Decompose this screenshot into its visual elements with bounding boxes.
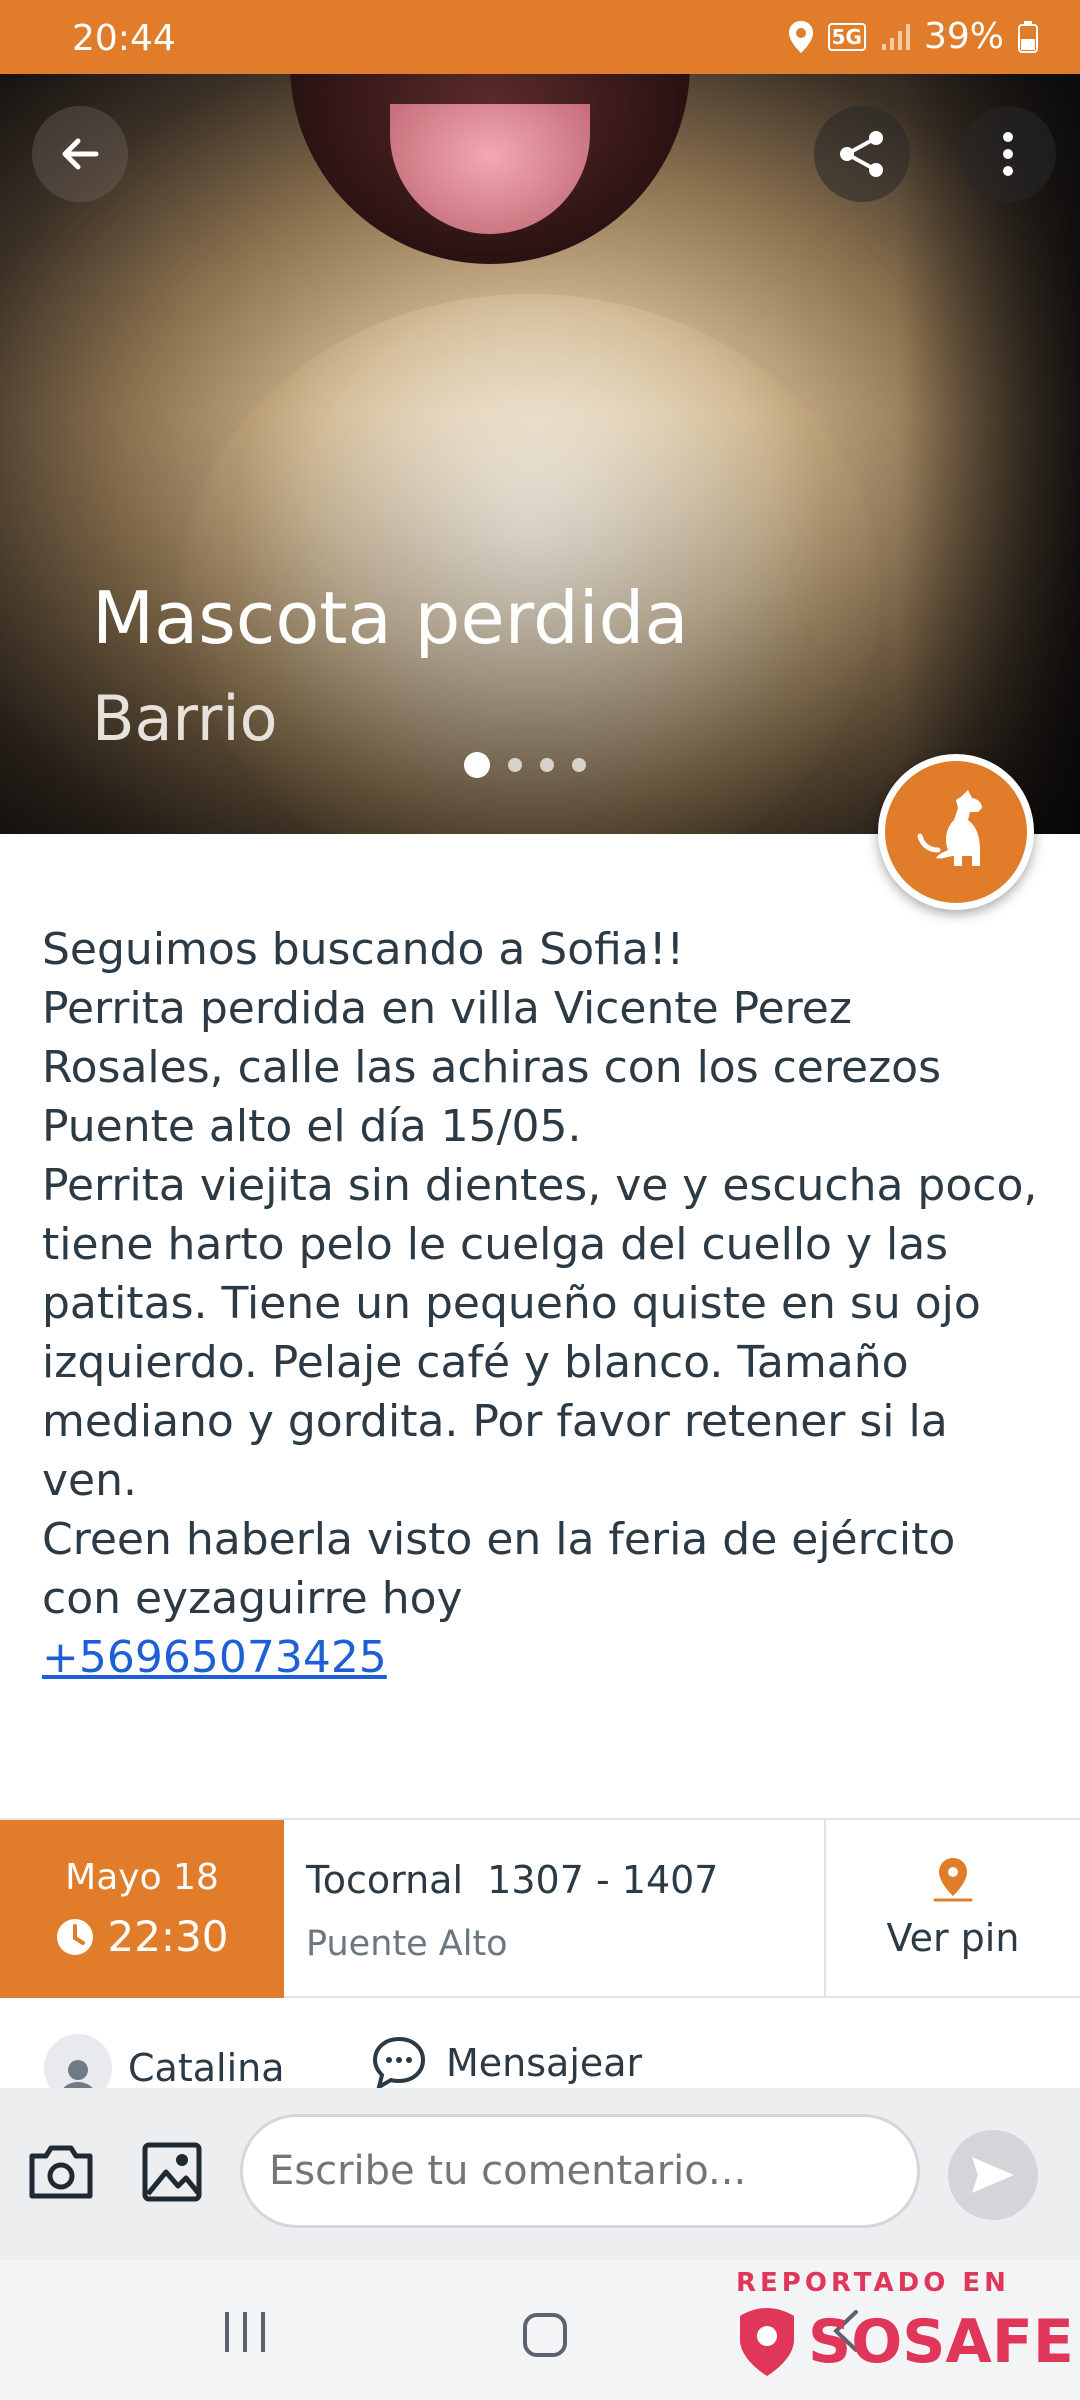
share-button[interactable] — [814, 106, 910, 202]
share-icon — [840, 131, 883, 177]
location-commune: Puente Alto — [306, 1924, 508, 1964]
view-pin-button[interactable]: Ver pin — [826, 1820, 1080, 1996]
battery-percent: 39% — [923, 16, 1004, 57]
more-vertical-icon — [1003, 132, 1013, 176]
pager-dot-1[interactable] — [464, 752, 490, 778]
recent-apps-button[interactable] — [222, 2312, 268, 2356]
user-icon — [63, 2060, 93, 2088]
shield-logo-icon — [740, 2308, 794, 2376]
back-button[interactable] — [32, 106, 128, 202]
author-row: Catalina Mensajear — [0, 2028, 1080, 2088]
dog-icon — [917, 790, 982, 866]
status-bar: 20:44 5G 39% — [0, 0, 1080, 74]
status-time: 20:44 — [72, 18, 176, 59]
location-cell: Tocornal 1307 - 1407 Puente Alto — [284, 1820, 826, 1996]
view-pin-label: Ver pin — [886, 1916, 1020, 1960]
camera-button[interactable] — [26, 2140, 96, 2208]
report-description: Seguimos buscando a Sofia!! Perrita perd… — [42, 920, 1042, 1687]
avatar — [44, 2034, 112, 2088]
recents-icon — [225, 2312, 265, 2352]
location-street: Tocornal 1307 - 1407 — [306, 1858, 719, 1902]
comment-input[interactable] — [240, 2114, 920, 2228]
sosafe-watermark: REPORTADO EN SOSAFE — [734, 2268, 1074, 2378]
clock-icon — [57, 1918, 94, 1955]
description-line: Seguimos buscando a Sofia!! — [42, 924, 685, 975]
send-icon — [972, 2157, 1014, 2193]
home-button[interactable] — [522, 2312, 568, 2362]
status-icons: 5G 39% — [788, 16, 1038, 57]
watermark-brand: SOSAFE — [808, 2307, 1074, 2377]
phone-link[interactable]: +56965073425 — [42, 1632, 387, 1683]
comment-bar — [0, 2088, 1080, 2260]
signal-icon — [880, 22, 910, 52]
battery-icon — [1018, 20, 1038, 53]
category-badge — [878, 754, 1034, 910]
report-type-title: Mascota perdida — [92, 576, 689, 660]
home-icon — [523, 2313, 567, 2357]
description-line: Perrita viejita sin dientes, ve y escuch… — [42, 1160, 1038, 1506]
camera-icon — [29, 2145, 93, 2199]
date-time-cell: Mayo 18 22:30 — [0, 1820, 284, 1998]
message-author-button[interactable]: Mensajear — [370, 2034, 642, 2088]
gallery-button[interactable] — [140, 2140, 204, 2208]
report-info-row: Mayo 18 22:30 Tocornal 1307 - 1407 Puent… — [0, 1818, 1080, 1998]
map-pin-icon — [933, 1858, 973, 1902]
report-date: Mayo 18 — [65, 1857, 219, 1898]
chat-bubble-icon — [372, 2036, 426, 2088]
network-5g-icon: 5G — [827, 22, 866, 51]
image-pager-dots[interactable] — [464, 752, 586, 778]
description-line: Creen haberla visto en la feria de ejérc… — [42, 1514, 956, 1624]
author-name: Catalina — [128, 2046, 285, 2088]
author-profile[interactable]: Catalina — [44, 2034, 285, 2088]
pager-dot-4[interactable] — [572, 758, 586, 772]
location-icon — [788, 20, 814, 53]
back-arrow-icon — [62, 138, 99, 170]
image-icon — [142, 2142, 202, 2202]
pager-dot-2[interactable] — [508, 758, 522, 772]
description-line: Perrita perdida en villa Vicente Perez R… — [42, 983, 942, 1152]
message-label: Mensajear — [446, 2041, 643, 2085]
watermark-caption: REPORTADO EN — [736, 2268, 1010, 2298]
report-scope-subtitle: Barrio — [92, 682, 278, 755]
send-button[interactable] — [948, 2130, 1038, 2220]
more-options-button[interactable] — [960, 106, 1056, 202]
pager-dot-3[interactable] — [540, 758, 554, 772]
report-time: 22:30 — [107, 1912, 229, 1961]
